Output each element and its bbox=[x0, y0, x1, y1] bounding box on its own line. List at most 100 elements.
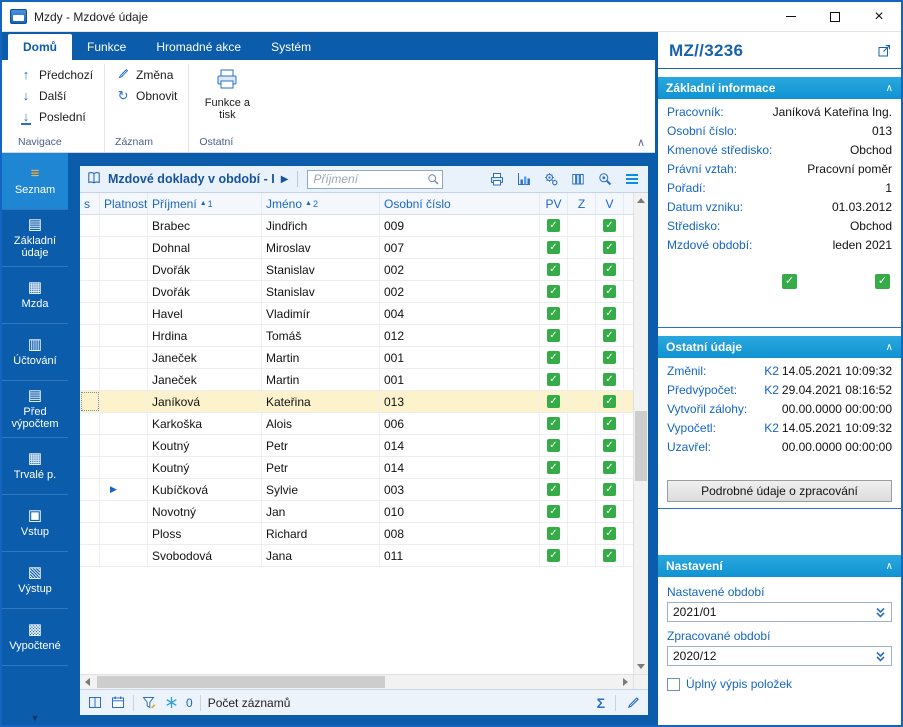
sidebar-item[interactable]: ▦ Trvalé p. bbox=[2, 438, 68, 495]
row-personal-number: 009 bbox=[380, 215, 540, 236]
horizontal-scroll-track[interactable] bbox=[95, 675, 618, 689]
tab-system[interactable]: Systém bbox=[256, 34, 326, 60]
sidebar-item[interactable]: ▦ Mzda bbox=[2, 267, 68, 324]
check-icon: ✓ bbox=[547, 417, 560, 430]
table-row[interactable]: ▶ Havel Vladimír 004 ✓ ✓ bbox=[80, 303, 633, 325]
horizontal-scroll-thumb[interactable] bbox=[97, 676, 385, 688]
sidebar-item[interactable]: ▣ Vstup bbox=[2, 495, 68, 552]
row-v-cell: ✓ bbox=[596, 259, 624, 280]
detail-value-text: Pracovní poměr bbox=[807, 161, 892, 176]
filter-icon[interactable] bbox=[141, 695, 157, 710]
zoom-settings-icon[interactable] bbox=[595, 170, 615, 188]
tab-domu[interactable]: Domů bbox=[8, 34, 72, 60]
table-row[interactable]: ▶ Ploss Richard 008 ✓ ✓ bbox=[80, 523, 633, 545]
section-header-settings[interactable]: Nastavení ∧ bbox=[658, 555, 901, 577]
collapse-chevron-icon[interactable]: ∧ bbox=[886, 342, 893, 353]
table-row[interactable]: ▶ Janeček Martin 001 ✓ ✓ bbox=[80, 347, 633, 369]
sort-order-number: 2 bbox=[312, 198, 318, 209]
edit-pencil-icon[interactable] bbox=[626, 695, 641, 710]
processing-details-button[interactable]: Podrobné údaje o zpracování bbox=[667, 480, 892, 502]
tab-hromadne-akce[interactable]: Hromadné akce bbox=[141, 34, 256, 60]
period-select[interactable]: 2021/01 bbox=[667, 602, 892, 622]
row-personal-number: 013 bbox=[380, 391, 540, 412]
refresh-icon: ↻ bbox=[117, 87, 129, 103]
table-row[interactable]: ▶ Dvořák Stanislav 002 ✓ ✓ bbox=[80, 281, 633, 303]
maximize-button[interactable] bbox=[813, 2, 857, 31]
book-view-icon[interactable] bbox=[87, 695, 103, 710]
section-header-basic[interactable]: Základní informace ∧ bbox=[658, 77, 901, 99]
column-header-prijmeni[interactable]: Příjmení ▲ 1 bbox=[148, 193, 262, 214]
scroll-down-button[interactable] bbox=[634, 659, 648, 674]
calendar-icon[interactable] bbox=[110, 695, 126, 710]
check-icon: ✓ bbox=[547, 439, 560, 452]
ribbon-collapse-chevron[interactable]: ∧ bbox=[637, 136, 645, 149]
row-validity-cell: ▶ bbox=[100, 523, 148, 544]
table-row[interactable]: ▶ Dvořák Stanislav 002 ✓ ✓ bbox=[80, 259, 633, 281]
vertical-scroll-thumb[interactable] bbox=[635, 410, 647, 481]
table-row[interactable]: ▶ Svobodová Jana 011 ✓ ✓ bbox=[80, 545, 633, 567]
horizontal-scrollbar[interactable] bbox=[80, 675, 633, 689]
scroll-right-button[interactable] bbox=[618, 675, 633, 690]
scroll-left-button[interactable] bbox=[80, 675, 95, 690]
detail-row: Vytvořil zálohy: 00.00.0000 00:00:00 bbox=[658, 399, 901, 418]
columns-icon[interactable] bbox=[568, 170, 588, 188]
close-button[interactable]: × bbox=[857, 2, 901, 31]
menu-icon[interactable] bbox=[622, 170, 642, 188]
scroll-up-button[interactable] bbox=[634, 193, 648, 208]
table-row[interactable]: ▶ Kubíčková Sylvie 003 ✓ ✓ bbox=[80, 479, 633, 501]
table-row[interactable]: ▶ Novotný Jan 010 ✓ ✓ bbox=[80, 501, 633, 523]
row-pv-cell: ✓ bbox=[540, 281, 568, 302]
tab-funkce[interactable]: Funkce bbox=[72, 34, 141, 60]
column-header-pv[interactable]: PV bbox=[540, 193, 568, 214]
row-surname: Kubíčková bbox=[148, 479, 262, 500]
gears-icon[interactable] bbox=[541, 170, 561, 188]
sidebar-item[interactable]: ▧ Výstup bbox=[2, 552, 68, 609]
column-header-osobni-cislo[interactable]: Osobní číslo bbox=[380, 193, 540, 214]
last-button[interactable]: ↓ Poslední bbox=[16, 106, 96, 127]
sidebar-item[interactable]: ▩ Vypočtené bbox=[2, 609, 68, 666]
table-row[interactable]: ▶ Dohnal Miroslav 007 ✓ ✓ bbox=[80, 237, 633, 259]
change-button[interactable]: Změna bbox=[113, 64, 180, 85]
row-surname: Brabec bbox=[148, 215, 262, 236]
sidebar-item[interactable]: ≡ Seznam bbox=[2, 153, 68, 210]
vertical-scrollbar[interactable] bbox=[633, 193, 648, 674]
table-row[interactable]: ▶ Brabec Jindřich 009 ✓ ✓ bbox=[80, 215, 633, 237]
table-row[interactable]: ▶ Koutný Petr 014 ✓ ✓ bbox=[80, 457, 633, 479]
table-row[interactable]: ▶ Koutný Petr 014 ✓ ✓ bbox=[80, 435, 633, 457]
table-row[interactable]: ▶ Janíková Kateřina 013 ✓ ✓ bbox=[80, 391, 633, 413]
table-row[interactable]: ▶ Karkoška Alois 006 ✓ ✓ bbox=[80, 413, 633, 435]
dropdown-chevrons-icon[interactable] bbox=[875, 606, 886, 619]
sum-icon[interactable]: Σ bbox=[597, 695, 605, 711]
open-in-window-icon[interactable] bbox=[877, 43, 892, 61]
refresh-button[interactable]: ↻ Obnovit bbox=[113, 85, 180, 106]
sidebar-item[interactable]: ▥ Účtování bbox=[2, 324, 68, 381]
next-button[interactable]: ↓ Další bbox=[16, 85, 96, 106]
column-header-platnost[interactable]: Platnost bbox=[100, 193, 148, 214]
collapse-chevron-icon[interactable]: ∧ bbox=[886, 561, 893, 572]
dropdown-chevrons-icon[interactable] bbox=[875, 650, 886, 663]
previous-button[interactable]: ↑ Předchozí bbox=[16, 64, 96, 85]
print-icon[interactable] bbox=[487, 170, 507, 188]
group-label-navigace: Navigace bbox=[18, 136, 62, 148]
column-header-s[interactable]: s bbox=[80, 193, 100, 214]
expand-play-icon[interactable]: ▶ bbox=[281, 174, 289, 185]
print-functions-button[interactable]: Funkce a tisk bbox=[197, 64, 257, 121]
minimize-button[interactable] bbox=[769, 2, 813, 31]
detail-label: Mzdové období: bbox=[667, 237, 753, 252]
table-row[interactable]: ▶ Janeček Martin 001 ✓ ✓ bbox=[80, 369, 633, 391]
sidebar-more-chevron[interactable]: ▼ bbox=[2, 710, 68, 725]
vertical-scroll-track[interactable] bbox=[634, 208, 648, 659]
section-header-other[interactable]: Ostatní údaje ∧ bbox=[658, 336, 901, 358]
column-header-z[interactable]: Z bbox=[568, 193, 596, 214]
checkbox[interactable] bbox=[667, 677, 680, 691]
period-select[interactable]: 2020/12 bbox=[667, 646, 892, 666]
collapse-chevron-icon[interactable]: ∧ bbox=[886, 83, 893, 94]
column-header-jmeno[interactable]: Jméno ▲ 2 bbox=[262, 193, 380, 214]
snowflake-icon[interactable] bbox=[164, 695, 179, 710]
column-header-v[interactable]: V bbox=[596, 193, 624, 214]
sidebar-item[interactable]: ▤ Základní údaje bbox=[2, 210, 68, 267]
table-row[interactable]: ▶ Hrdina Tomáš 012 ✓ ✓ bbox=[80, 325, 633, 347]
search-input[interactable] bbox=[307, 169, 444, 189]
chart-icon[interactable] bbox=[514, 170, 534, 188]
sidebar-item[interactable]: ▤ Před výpočtem bbox=[2, 381, 68, 438]
